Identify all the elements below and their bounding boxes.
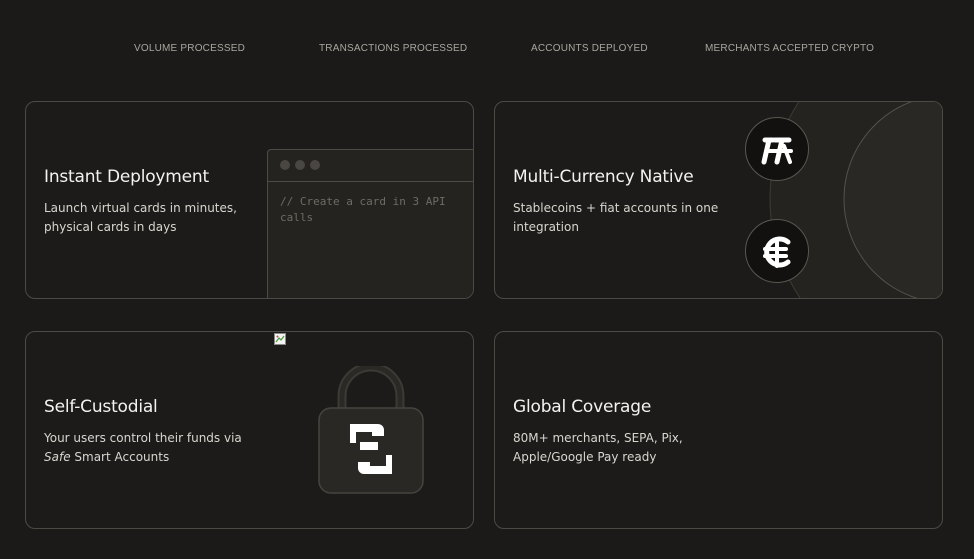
window-dot-icon	[295, 160, 305, 170]
euro-coin-icon	[745, 219, 809, 283]
card-title: Global Coverage	[513, 397, 652, 417]
card-description-line: integration	[513, 220, 579, 234]
card-description-line: Your users control their funds via	[44, 431, 242, 445]
window-dot-icon	[280, 160, 290, 170]
code-window: // Create a card in 3 API calls	[267, 149, 473, 298]
card-description-line: 80M+ merchants, SEPA, Pix,	[513, 431, 683, 445]
stat-volume-processed-label: VOLUME PROCESSED	[134, 43, 246, 54]
card-title: Instant Deployment	[44, 167, 209, 187]
card-description: Stablecoins + fiat accounts in one integ…	[513, 199, 718, 237]
code-window-titlebar	[268, 150, 473, 182]
card-description-line: Launch virtual cards in minutes,	[44, 201, 237, 215]
card-instant-deployment: Instant Deployment Launch virtual cards …	[25, 101, 474, 299]
card-description: Your users control their funds via Safe …	[44, 429, 242, 467]
card-title: Multi-Currency Native	[513, 167, 694, 187]
card-description: Launch virtual cards in minutes, physica…	[44, 199, 237, 237]
stat-transactions-processed-label: TRANSACTIONS PROCESSED	[319, 43, 468, 54]
code-snippet: // Create a card in 3 API calls	[280, 195, 446, 224]
card-multi-currency-native: Multi-Currency Native Stablecoins + fiat…	[494, 101, 943, 299]
stat-accounts-deployed-label: ACCOUNTS DEPLOYED	[531, 43, 648, 54]
card-description-line: physical cards in days	[44, 220, 177, 234]
window-dot-icon	[310, 160, 320, 170]
card-description-text: Smart Accounts	[70, 450, 170, 464]
safe-brand-text: Safe	[44, 450, 71, 464]
card-global-coverage: Global Coverage 80M+ merchants, SEPA, Pi…	[494, 331, 943, 529]
card-description: 80M+ merchants, SEPA, Pix, Apple/Google …	[513, 429, 683, 467]
usdt-coin-icon	[745, 117, 809, 181]
stats-row: VOLUME PROCESSED TRANSACTIONS PROCESSED …	[0, 0, 974, 90]
card-description-line: Stablecoins + fiat accounts in one	[513, 201, 719, 215]
stat-merchants-accepted-crypto-label: MERCHANTS ACCEPTED CRYPTO	[705, 43, 875, 54]
card-description-line: Apple/Google Pay ready	[513, 450, 657, 464]
broken-image-icon	[274, 333, 286, 345]
card-description-line: Safe Smart Accounts	[44, 448, 242, 467]
lock-icon	[318, 366, 424, 494]
card-title: Self-Custodial	[44, 397, 158, 417]
card-self-custodial: Self-Custodial Your users control their …	[25, 331, 474, 529]
